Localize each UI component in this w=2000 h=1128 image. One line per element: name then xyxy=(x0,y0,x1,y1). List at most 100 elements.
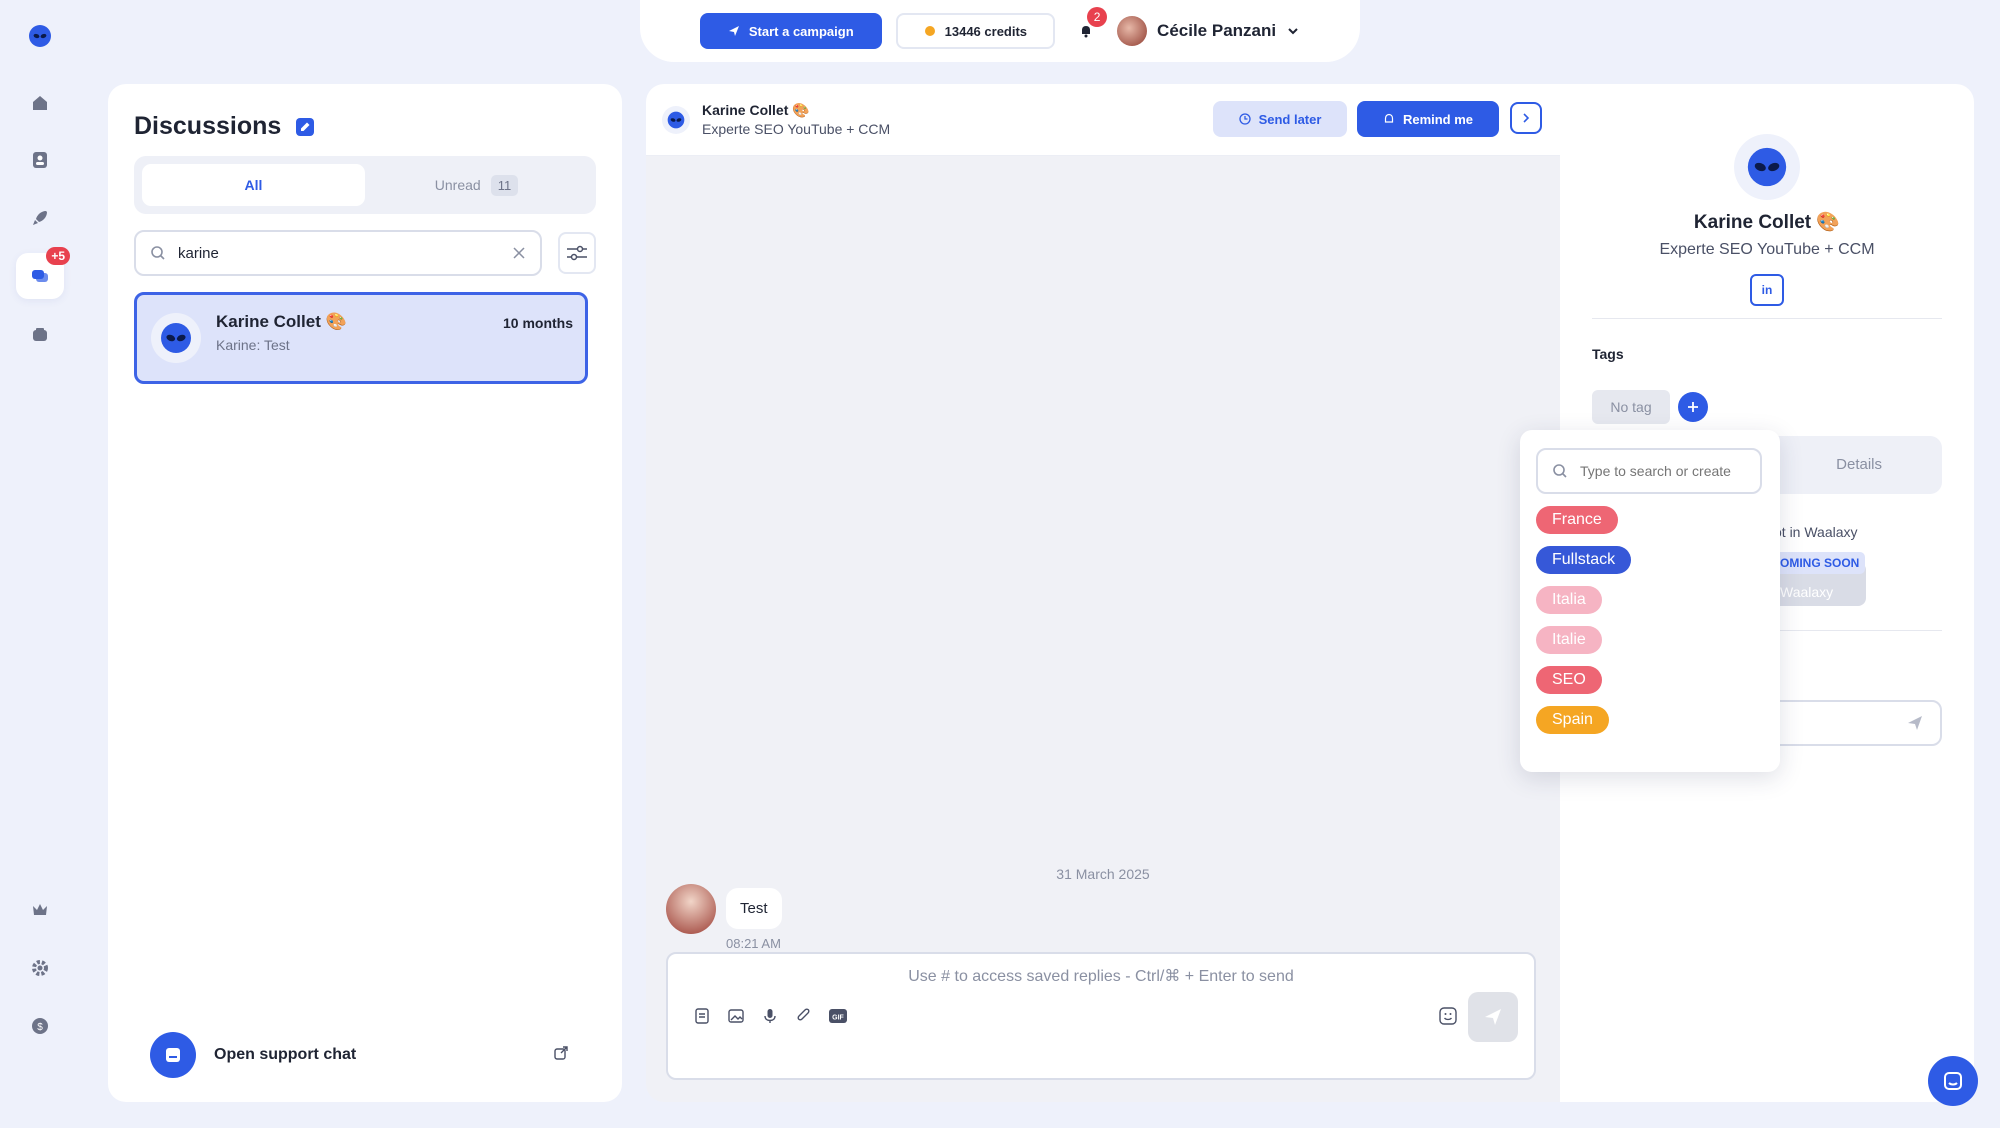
user-name: Cécile Panzani xyxy=(1157,21,1277,40)
search-box xyxy=(134,230,542,276)
paperclip-icon[interactable] xyxy=(794,1006,814,1026)
toggle-profile-button[interactable] xyxy=(1510,102,1542,134)
profile-name: Karine Collet 🎨 xyxy=(1693,212,1841,233)
search-input[interactable] xyxy=(178,244,500,262)
edit-icon[interactable] xyxy=(295,117,315,137)
close-icon[interactable] xyxy=(512,246,526,260)
notifications-button[interactable]: 2 xyxy=(1069,7,1108,49)
divider xyxy=(1592,318,1942,319)
alien-avatar-icon xyxy=(1747,147,1787,187)
tab-all[interactable]: All xyxy=(142,164,365,206)
svg-text:GIF: GIF xyxy=(832,1015,844,1022)
floating-support-button[interactable] xyxy=(1928,1056,1978,1106)
avatar xyxy=(151,313,201,363)
avatar[interactable] xyxy=(662,106,690,134)
notifications-badge: 2 xyxy=(1087,7,1108,27)
external-link-icon[interactable] xyxy=(554,1046,568,1060)
chevron-right-icon xyxy=(1523,113,1530,123)
conversation-item[interactable]: Karine Collet 🎨 Karine: Test 10 months xyxy=(134,292,588,384)
message-time: 08:21 AM xyxy=(726,936,781,951)
image-icon[interactable] xyxy=(726,1006,746,1026)
contacts-icon[interactable] xyxy=(16,137,64,183)
messages-icon[interactable]: +5 xyxy=(16,247,70,299)
send-plane-icon[interactable] xyxy=(1906,714,1924,732)
send-plane-icon xyxy=(1485,1009,1501,1025)
conversation-preview: Karine: Test xyxy=(216,337,290,353)
linkedin-button[interactable]: in xyxy=(1750,274,1784,306)
tab-all-label: All xyxy=(244,177,263,193)
start-campaign-label: Start a campaign xyxy=(748,23,854,39)
send-later-button[interactable]: Send later xyxy=(1213,101,1347,137)
alien-avatar-icon xyxy=(161,323,191,353)
send-plane-icon xyxy=(728,26,739,36)
left-rail: +5 $ xyxy=(0,0,80,1128)
tag-pill: France xyxy=(1536,506,1618,534)
page-title: Discussions xyxy=(134,112,282,140)
send-button[interactable] xyxy=(1468,992,1518,1042)
microphone-icon[interactable] xyxy=(760,1006,780,1026)
tag-search-input[interactable] xyxy=(1580,463,1740,479)
top-bar: Start a campaign 13446 credits 2 Cécile … xyxy=(640,0,1360,62)
search-icon xyxy=(1553,464,1567,478)
tab-details[interactable]: Details xyxy=(1836,456,1882,473)
discussions-panel: Discussions All Unread 11 Karine Collet … xyxy=(108,84,622,1102)
clock-icon xyxy=(1238,113,1251,125)
emoji-icon[interactable] xyxy=(1438,1006,1458,1026)
crown-icon[interactable] xyxy=(16,887,64,933)
unread-count: 11 xyxy=(490,174,519,196)
add-tag-button[interactable] xyxy=(1678,392,1708,422)
search-icon xyxy=(151,246,165,260)
inbox-icon[interactable] xyxy=(16,312,64,358)
contact-name: Karine Collet 🎨 xyxy=(702,102,810,118)
tag-option[interactable]: SEO xyxy=(1536,666,1766,706)
tag-pill: Fullstack xyxy=(1536,546,1632,574)
rocket-icon[interactable] xyxy=(16,195,64,241)
coin-icon[interactable]: $ xyxy=(16,1003,64,1049)
avatar xyxy=(666,884,716,934)
gif-icon[interactable]: GIF xyxy=(828,1006,848,1026)
open-support-chat-button[interactable]: Open support chat xyxy=(150,1032,356,1078)
gear-icon[interactable] xyxy=(16,945,64,991)
message-composer[interactable]: Use # to access saved replies - Ctrl/⌘ +… xyxy=(666,952,1536,1080)
chevron-down-icon xyxy=(1288,28,1298,35)
bell-icon xyxy=(1082,26,1091,38)
messages-badge: +5 xyxy=(46,247,70,265)
tab-unread[interactable]: Unread 11 xyxy=(365,164,588,206)
message-bubble: Test xyxy=(726,888,782,929)
plus-icon xyxy=(1688,402,1698,412)
composer-placeholder: Use # to access saved replies - Ctrl/⌘ +… xyxy=(908,968,1294,985)
contact-title: Experte SEO YouTube + CCM xyxy=(702,121,891,137)
date-separator: 31 March 2025 xyxy=(1056,866,1150,882)
profile-title: Experte SEO YouTube + CCM xyxy=(1659,241,1875,258)
filter-button[interactable] xyxy=(558,232,596,274)
coin-icon xyxy=(924,26,935,36)
start-campaign-button[interactable]: Start a campaign xyxy=(699,13,882,49)
home-icon[interactable] xyxy=(16,80,64,126)
send-later-label: Send later xyxy=(1258,111,1322,127)
tag-option[interactable]: Italie xyxy=(1536,626,1766,666)
bell-icon xyxy=(1384,113,1394,123)
alien-avatar-icon xyxy=(667,111,685,129)
avatar xyxy=(1117,16,1148,46)
tag-pill: Italia xyxy=(1536,586,1602,614)
remind-me-label: Remind me xyxy=(1402,111,1474,127)
composer-toolbar: GIF xyxy=(692,1006,848,1026)
svg-text:$: $ xyxy=(37,1022,43,1033)
credits-button[interactable]: 13446 credits xyxy=(895,13,1056,49)
credits-label: 13446 credits xyxy=(944,23,1028,39)
tag-option[interactable]: Spain xyxy=(1536,706,1766,746)
remind-me-button[interactable]: Remind me xyxy=(1357,101,1499,137)
template-icon[interactable] xyxy=(692,1006,712,1026)
tag-option[interactable]: Fullstack xyxy=(1536,546,1766,586)
tag-option[interactable]: France xyxy=(1536,506,1766,546)
conversation-name: Karine Collet 🎨 xyxy=(216,312,347,331)
tag-option[interactable]: Italia xyxy=(1536,586,1766,626)
avatar xyxy=(1734,134,1800,200)
user-menu[interactable]: Cécile Panzani xyxy=(1117,16,1300,46)
tag-dropdown: France Fullstack Italia Italie SEO Spain xyxy=(1520,430,1780,772)
alien-logo-icon[interactable] xyxy=(28,24,52,48)
support-label: Open support chat xyxy=(214,1046,357,1063)
tag-search-box xyxy=(1536,448,1762,494)
tag-pill: Spain xyxy=(1536,706,1609,734)
not-in-waalaxy-text: ot in Waalaxy xyxy=(1774,524,1858,540)
